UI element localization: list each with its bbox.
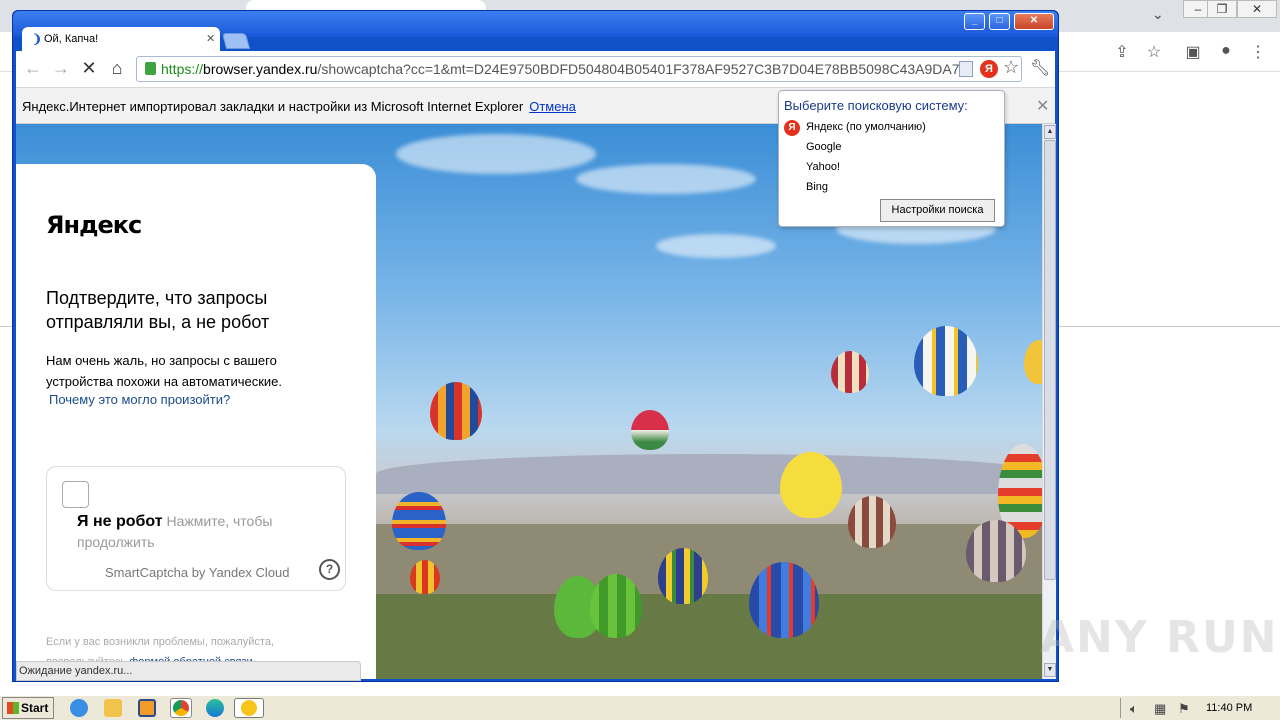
yandex-icon[interactable]: Я — [980, 60, 998, 78]
search-settings-button[interactable]: Настройки поиска — [880, 199, 995, 222]
yandex-logo: Яндекс — [46, 211, 142, 239]
infobar-message: Яндекс.Интернет импортировал закладки и … — [22, 99, 576, 114]
home-icon[interactable]: ⌂ — [106, 59, 128, 77]
valley-green — [376, 594, 1042, 679]
not-robot-checkbox[interactable] — [62, 481, 89, 508]
navigation-toolbar: ← → ✕ ⌂ https://browser.yandex.ru/showca… — [16, 51, 1055, 87]
popup-title: Выберите поисковую систему: — [784, 98, 968, 113]
url-scheme: https:// — [161, 61, 204, 77]
media-player-icon[interactable] — [138, 699, 156, 717]
url-path: /showcaptcha?cc=1&mt=D24E9750BDFD504804B… — [317, 61, 959, 77]
balloon — [749, 562, 819, 638]
url-text[interactable]: https://browser.yandex.ru/showcaptcha?cc… — [161, 61, 959, 77]
checkbox-label-bold: Я не робот — [77, 513, 163, 530]
cloud — [576, 164, 756, 194]
balloon — [914, 326, 978, 396]
ie-icon[interactable] — [70, 699, 88, 717]
yandex-engine-icon: Я — [784, 120, 800, 136]
yandex-browser-icon — [241, 700, 257, 716]
explorer-icon[interactable] — [104, 699, 122, 717]
balloon — [780, 452, 842, 518]
infobar-close-icon[interactable]: ✕ — [1036, 96, 1049, 116]
balloon — [392, 492, 446, 550]
vertical-scrollbar[interactable]: ▲ ▼ — [1042, 124, 1056, 679]
chrome-icon-button[interactable] — [170, 698, 192, 718]
new-tab-button[interactable] — [221, 33, 251, 49]
taskbar: Start 🔈︎ ▦ ⚑ 11:40 PM — [0, 695, 1280, 720]
smartcaptcha-widget: Я не робот Нажмите, чтобы продолжить Sma… — [46, 466, 346, 591]
logo-text: Яндекс — [46, 211, 142, 239]
chevron-down-icon[interactable]: ⌄ — [1152, 6, 1164, 23]
scroll-up-button[interactable]: ▲ — [1044, 125, 1056, 139]
search-engine-popup: Выберите поисковую систему: Я Яндекс (по… — [778, 90, 1005, 227]
captcha-title: Подтвердите, что запросы отправляли вы, … — [46, 288, 270, 332]
balloon — [410, 560, 440, 594]
star-icon[interactable]: ☆ — [1003, 57, 1019, 78]
captcha-card: Яндекс Подтвердите, что запросы отправля… — [16, 164, 376, 679]
engine-option-bing[interactable]: Bing — [806, 181, 828, 193]
yandex-browser-taskbar-button[interactable] — [234, 698, 264, 718]
back-icon[interactable]: ← — [22, 59, 44, 77]
bg-restore-button[interactable]: ❐ — [1207, 0, 1237, 18]
infobar-cancel-link[interactable]: Отмена — [529, 99, 576, 114]
captcha-brand: SmartCaptcha by Yandex Cloud — [105, 565, 290, 580]
wrench-icon[interactable]: 🔧︎ — [1030, 58, 1050, 78]
chrome-icon — [173, 700, 189, 716]
bg-close-button[interactable]: ✕ — [1237, 0, 1277, 18]
loading-icon: ❩ — [32, 32, 43, 46]
volume-icon[interactable]: 🔈︎ — [1130, 701, 1138, 717]
forward-icon[interactable]: → — [50, 59, 72, 77]
start-button[interactable]: Start — [2, 697, 54, 719]
tab-title: Ой, Капча! — [44, 33, 99, 45]
start-label: Start — [21, 701, 49, 715]
address-bar[interactable]: https://browser.yandex.ru/showcaptcha?cc… — [136, 56, 1022, 82]
tray-separator — [1120, 698, 1121, 718]
balloon — [590, 574, 642, 638]
captcha-description: Нам очень жаль, но запросы с вашего устр… — [46, 353, 283, 389]
balloon — [658, 548, 708, 604]
lock-icon — [145, 62, 156, 75]
share-icon[interactable]: ⇪ — [1112, 42, 1132, 62]
balloon — [1024, 340, 1042, 384]
sidepanel-icon[interactable]: ▣ — [1183, 42, 1203, 62]
why-link[interactable]: Почему это могло произойти? — [49, 392, 230, 407]
tab-close-icon[interactable]: ✕ — [206, 32, 215, 45]
balloon — [848, 496, 896, 548]
help-icon[interactable]: ? — [319, 559, 340, 580]
anyrun-watermark: ANY RUN — [1040, 612, 1279, 663]
balloon — [430, 382, 482, 440]
engine-option-yahoo[interactable]: Yahoo! — [806, 161, 840, 173]
edge-icon[interactable] — [206, 699, 224, 717]
infobar-text: Яндекс.Интернет импортировал закладки и … — [22, 99, 524, 114]
cloud — [396, 134, 596, 174]
network-icon[interactable]: ▦ — [1154, 701, 1166, 717]
balloon — [831, 351, 869, 393]
more-menu-icon[interactable]: ⋮ — [1248, 42, 1268, 62]
checkbox-label[interactable]: Я не робот Нажмите, чтобы продолжить — [77, 511, 337, 553]
windows-logo-icon — [7, 702, 19, 714]
page-icon[interactable] — [959, 61, 973, 77]
status-bar: Ожидание yandex.ru... — [16, 661, 361, 681]
tab-captcha[interactable]: ❩ Ой, Капча! ✕ — [22, 27, 220, 51]
stop-loading-icon[interactable]: ✕ — [78, 59, 100, 77]
cloud — [656, 234, 776, 258]
profile-icon[interactable]: ● — [1216, 42, 1236, 60]
scroll-thumb[interactable] — [1044, 140, 1056, 580]
engine-option-google[interactable]: Google — [806, 141, 841, 153]
balloon — [966, 520, 1026, 582]
balloon — [631, 410, 669, 450]
url-host: browser.yandex.ru — [203, 61, 318, 77]
clock: 11:40 PM — [1206, 702, 1253, 714]
flag-icon[interactable]: ⚑ — [1178, 701, 1190, 717]
mountains — [376, 454, 1042, 494]
engine-option-yandex[interactable]: Яндекс (по умолчанию) — [806, 121, 926, 133]
bg-star-icon[interactable]: ☆ — [1144, 42, 1164, 62]
scroll-down-button[interactable]: ▼ — [1044, 663, 1056, 677]
tab-strip: ❩ Ой, Капча! ✕ — [16, 27, 1055, 51]
